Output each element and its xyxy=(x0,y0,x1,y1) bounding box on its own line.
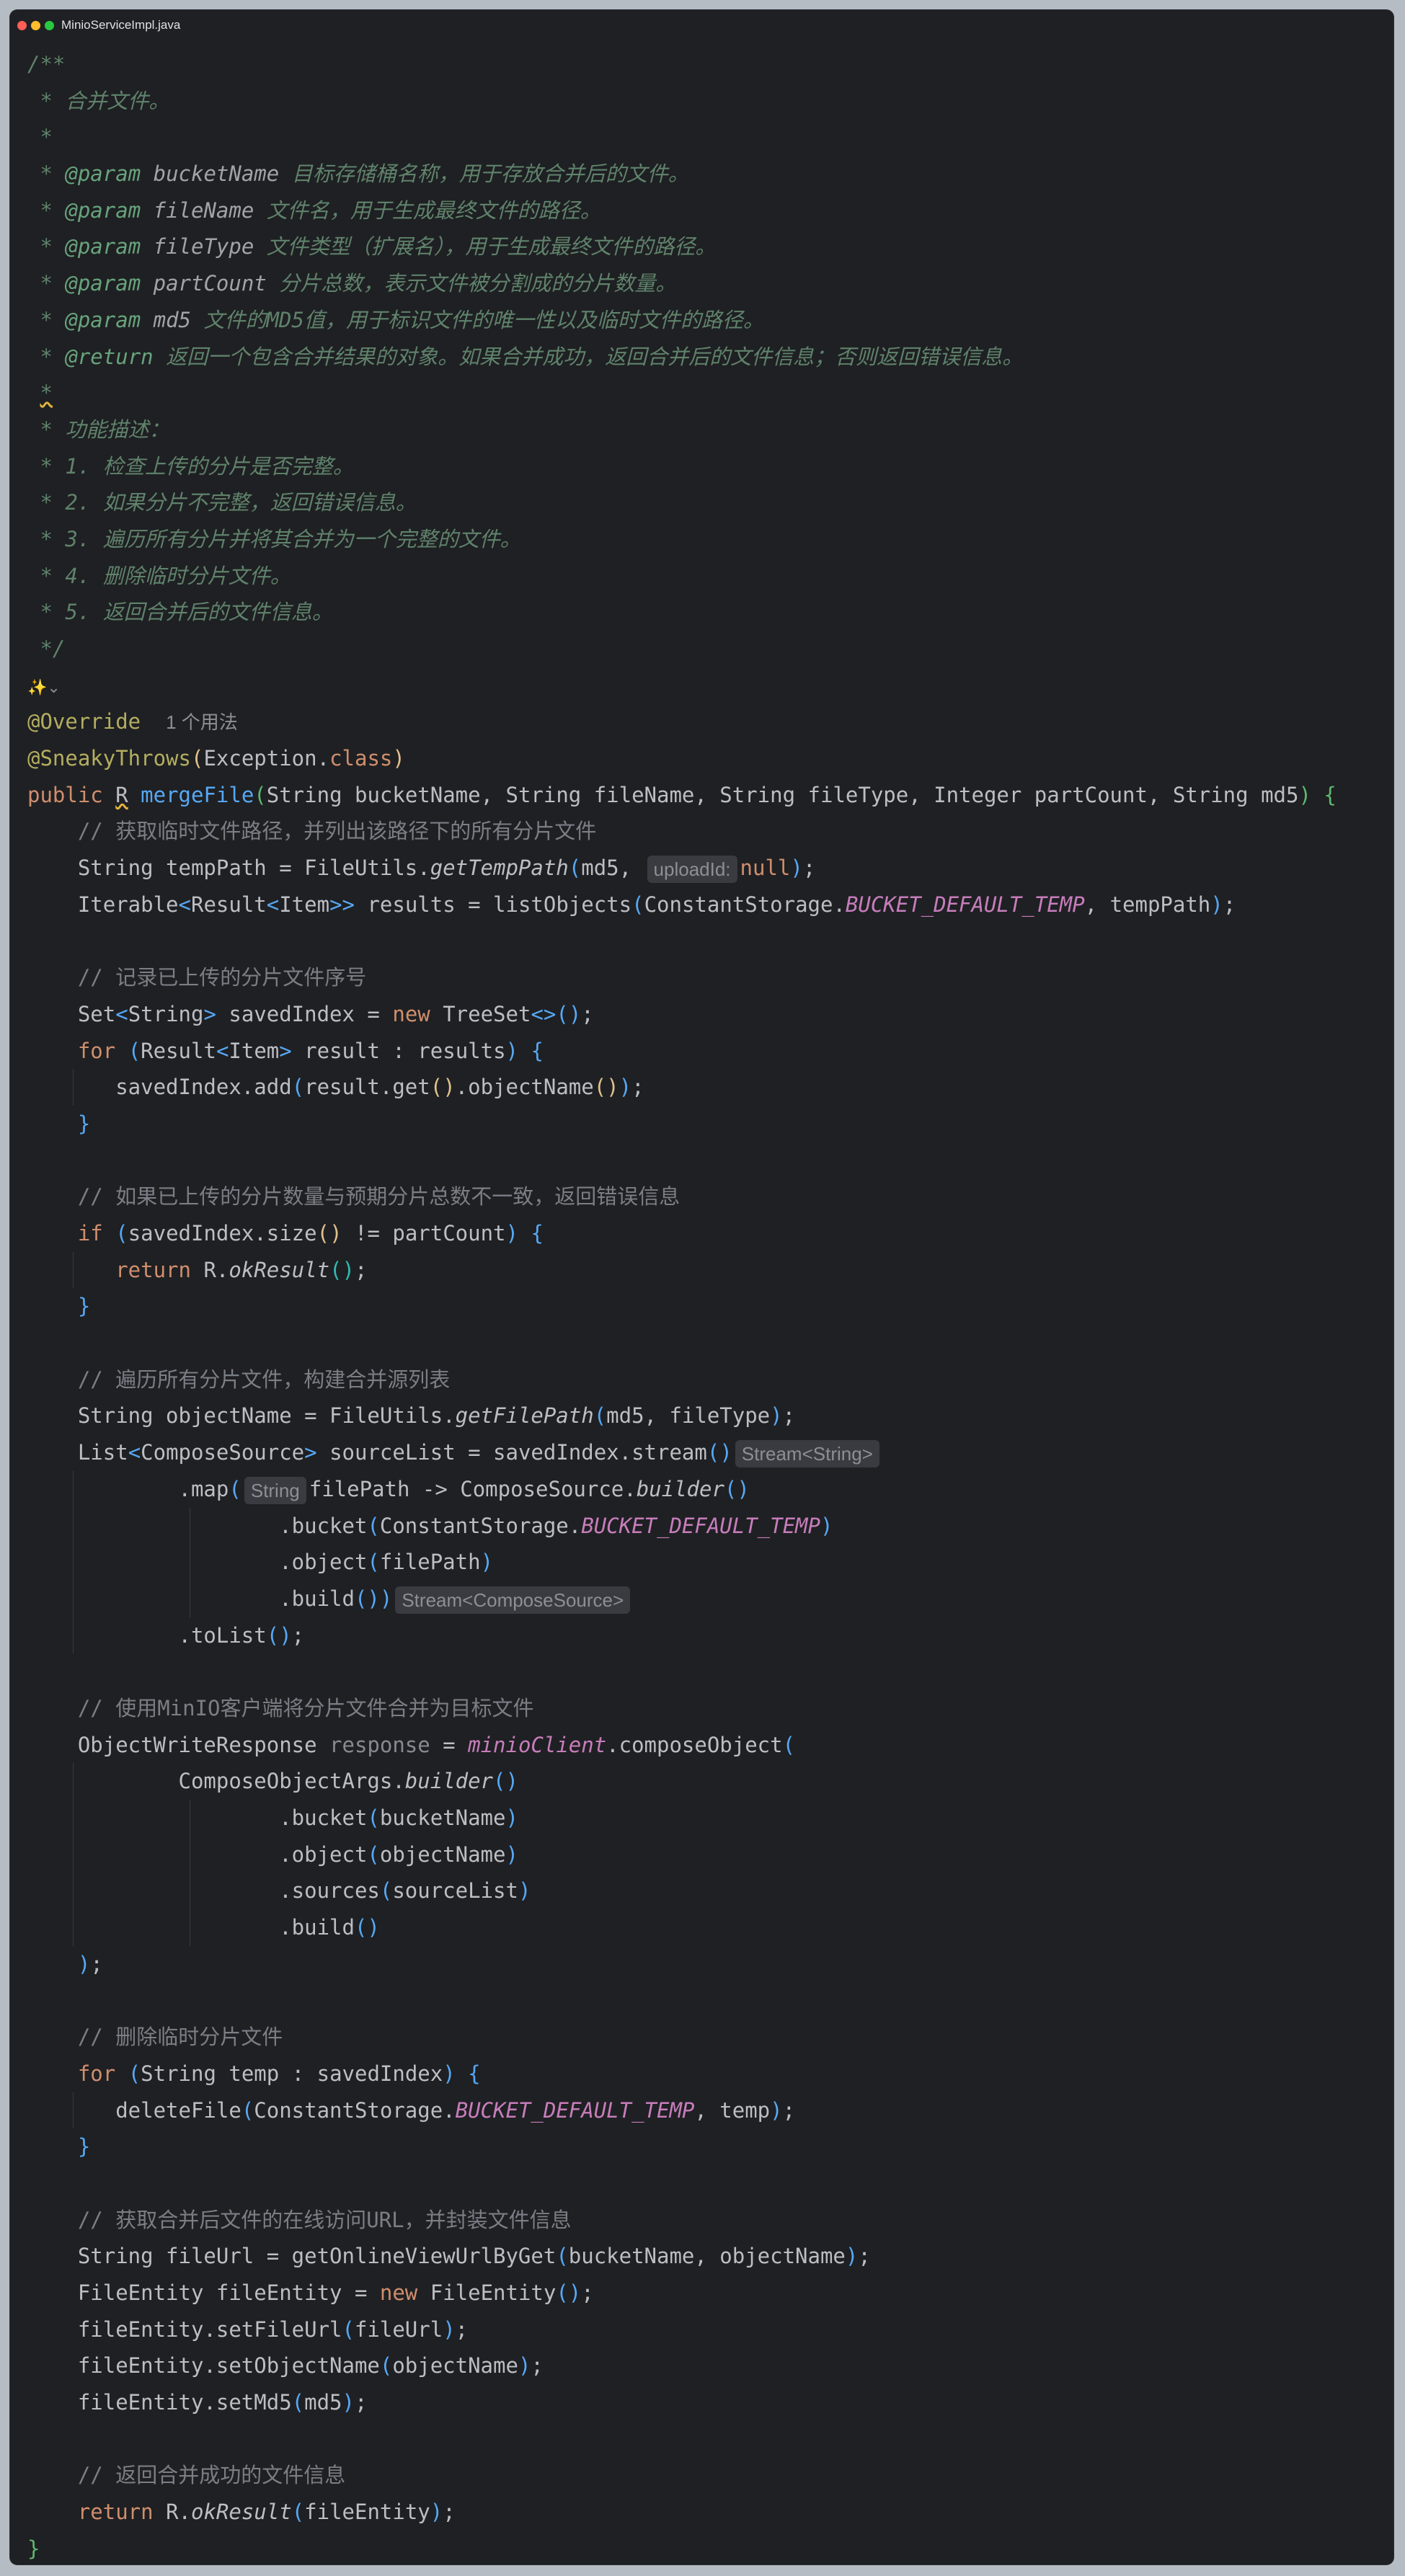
code-line: */ xyxy=(27,636,66,661)
code-line: .map(String filePath -> ComposeSource.bui… xyxy=(27,1470,1383,1508)
title-bar: MinioServiceImpl.java xyxy=(10,10,1393,40)
code-line: @SneakyThrows(Exception.class) xyxy=(27,746,405,771)
code-line: * @param bucketName 目标存储桶名称，用于存放合并后的文件。 xyxy=(27,161,689,187)
code-line: * xyxy=(40,381,53,406)
editor-window: MinioServiceImpl.java /** * 合并文件。 * * @p… xyxy=(10,10,1393,2564)
code-line: return R.okResult(fileEntity); xyxy=(77,2500,456,2525)
minimize-window-button[interactable] xyxy=(31,20,40,30)
code-line: ); xyxy=(77,1951,103,1976)
code-line: .bucket(bucketName) xyxy=(27,1800,1383,1836)
code-line: String fileUrl = getOnlineViewUrlByGet(b… xyxy=(27,2244,871,2269)
code-line: // 使用MinIO客户端将分片文件合并为目标文件 xyxy=(77,1695,534,1720)
code-line: * 3. 遍历所有分片并将其合并为一个完整的文件。 xyxy=(27,526,521,551)
code-line: fileEntity.setMd5(md5); xyxy=(27,2390,368,2415)
type-hint: Stream<String> xyxy=(735,1440,879,1468)
code-line: } xyxy=(77,1294,91,1319)
type-hint: String xyxy=(244,1476,306,1504)
ai-sparkle-icon[interactable]: ✨⌄ xyxy=(27,679,61,697)
code-line: * xyxy=(27,125,53,150)
code-area[interactable]: /** * 合并文件。 * * @param bucketName 目标存储桶名… xyxy=(27,46,1383,2564)
maximize-window-button[interactable] xyxy=(45,20,54,30)
code-line: for (String temp : savedIndex) { xyxy=(77,2061,481,2086)
code-line: // 获取合并后文件的在线访问URL，并封装文件信息 xyxy=(77,2207,572,2232)
code-line: * @param md5 文件的MD5值，用于标识文件的唯一性以及临时文件的路径… xyxy=(27,307,764,332)
code-line: // 遍历所有分片文件，构建合并源列表 xyxy=(77,1367,451,1392)
usage-hint[interactable]: 1 个用法 xyxy=(166,711,238,733)
code-line: * 4. 删除临时分片文件。 xyxy=(27,563,291,588)
code-line: for (Result<Item> result : results) { xyxy=(77,1038,544,1063)
code-line: return R.okResult(); xyxy=(27,1251,1383,1289)
code-line: * @param partCount 分片总数，表示文件被分割成的分片数量。 xyxy=(27,271,677,296)
code-line: * @param fileName 文件名，用于生成最终文件的路径。 xyxy=(27,197,601,223)
close-window-button[interactable] xyxy=(17,20,27,30)
code-line: * @return 返回一个包含合并结果的对象。如果合并成功，返回合并后的文件信… xyxy=(27,344,1024,369)
type-hint: Stream<ComposeSource> xyxy=(395,1586,631,1614)
code-line: String objectName = FileUtils.getFilePat… xyxy=(27,1403,796,1429)
code-line: .object(objectName) xyxy=(27,1836,1383,1873)
file-name: MinioServiceImpl.java xyxy=(61,18,181,32)
param-hint: uploadId: xyxy=(647,856,737,884)
code-line: // 删除临时分片文件 xyxy=(77,2025,283,2050)
code-line: /** xyxy=(27,52,66,76)
code-line: deleteFile(ConstantStorage.BUCKET_DEFAUL… xyxy=(27,2092,1383,2129)
code-line: .bucket(ConstantStorage.BUCKET_DEFAULT_T… xyxy=(27,1507,1383,1545)
code-line: fileEntity.setObjectName(objectName); xyxy=(27,2353,544,2379)
code-line: .build()) Stream<ComposeSource> xyxy=(27,1580,1383,1617)
code-line: ComposeObjectArgs.builder() xyxy=(27,1763,1383,1800)
code-line: List<ComposeSource> sourceList = savedIn… xyxy=(27,1434,1383,1471)
code-line: String tempPath = FileUtils.getTempPath(… xyxy=(27,850,1383,887)
code-line: * 功能描述： xyxy=(27,417,170,442)
code-line: * 合并文件。 xyxy=(27,88,170,113)
code-line: * 1. 检查上传的分片是否完整。 xyxy=(27,453,354,479)
code-line: FileEntity fileEntity = new FileEntity()… xyxy=(27,2280,594,2305)
code-line: .build() xyxy=(27,1909,1383,1946)
code-line: @Override 1 个用法 xyxy=(27,709,238,734)
code-line: } xyxy=(27,2536,40,2561)
code-line: savedIndex.add(result.get().objectName()… xyxy=(27,1069,1383,1106)
code-line: .sources(sourceList) xyxy=(27,1873,1383,1910)
code-line: .toList(); xyxy=(27,1617,1383,1654)
code-line: public R mergeFile(String bucketName, St… xyxy=(27,782,1337,807)
code-line: ObjectWriteResponse response = minioClie… xyxy=(27,1732,796,1757)
code-line: } xyxy=(77,2134,91,2159)
code-line: // 获取临时文件路径，并列出该路径下的所有分片文件 xyxy=(77,819,597,844)
code-line: * 5. 返回合并后的文件信息。 xyxy=(27,600,333,625)
code-line: fileEntity.setFileUrl(fileUrl); xyxy=(27,2317,469,2342)
code-line: } xyxy=(77,1111,91,1136)
code-line: // 如果已上传的分片数量与预期分片总数不一致，返回错误信息 xyxy=(77,1184,681,1209)
code-line: * @param fileType 文件类型（扩展名），用于生成最终文件的路径。 xyxy=(27,234,717,259)
code-line: Set<String> savedIndex = new TreeSet<>()… xyxy=(27,1001,594,1026)
code-line: if (savedIndex.size() != partCount) { xyxy=(77,1221,544,1245)
code-line: // 记录已上传的分片文件序号 xyxy=(77,965,367,990)
code-line: .object(filePath) xyxy=(27,1544,1383,1581)
code-line: * 2. 如果分片不完整，返回错误信息。 xyxy=(27,490,417,515)
code-line: ✨⌄ xyxy=(27,667,1383,704)
code-line: // 返回合并成功的文件信息 xyxy=(77,2463,346,2488)
code-line: Iterable<Result<Item>> results = listObj… xyxy=(27,892,1236,917)
